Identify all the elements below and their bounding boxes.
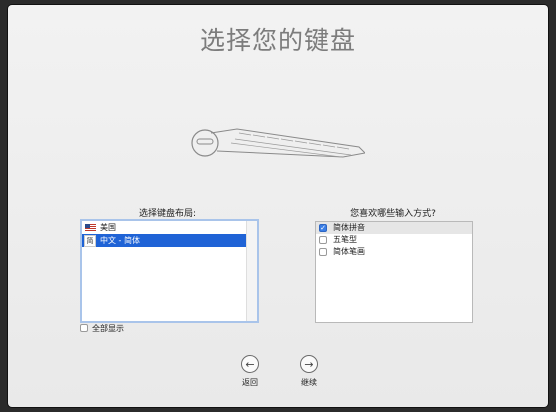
back-button[interactable]: ← xyxy=(241,355,259,373)
forward-arrow-icon: → xyxy=(304,357,314,371)
show-all-option[interactable]: 全部显示 xyxy=(80,323,124,334)
input-method-item-wubi[interactable]: 五笔型 xyxy=(316,234,472,246)
layout-list: 美国 简 中文 - 简体 xyxy=(82,221,246,321)
stroke-checkbox[interactable] xyxy=(319,248,327,256)
show-all-label: 全部显示 xyxy=(92,324,124,333)
continue-label: 继续 xyxy=(301,378,317,387)
us-flag-icon xyxy=(85,224,96,231)
input-method-label: 简体笔画 xyxy=(333,247,365,256)
chinese-input-icon: 简 xyxy=(84,235,96,247)
input-method-item-stroke[interactable]: 简体笔画 xyxy=(316,246,472,258)
back-label: 返回 xyxy=(242,378,258,387)
keyboard-illustration-icon xyxy=(191,128,365,158)
input-method-item-pinyin[interactable]: ✓ 简体拼音 xyxy=(316,222,472,234)
layout-item-label: 中文 - 简体 xyxy=(100,236,140,245)
pinyin-checkbox[interactable]: ✓ xyxy=(319,224,327,232)
wubi-checkbox[interactable] xyxy=(319,236,327,244)
input-method-label: 五笔型 xyxy=(333,235,357,244)
page-title: 选择您的键盘 xyxy=(199,26,356,55)
continue-button[interactable]: → xyxy=(300,355,318,373)
input-method-list: ✓ 简体拼音 五笔型 简体笔画 xyxy=(315,221,473,323)
layout-item-label: 美国 xyxy=(100,223,116,232)
layout-item-chinese-simplified[interactable]: 简 中文 - 简体 xyxy=(82,234,246,247)
back-arrow-icon: ← xyxy=(245,357,255,371)
layout-section-label: 选择键盘布局: xyxy=(138,209,197,219)
layout-item-us[interactable]: 美国 xyxy=(82,221,246,234)
input-method-label: 简体拼音 xyxy=(333,223,365,232)
layout-list-scrollbar[interactable] xyxy=(246,221,257,321)
setup-window: 选择您的键盘 选择键盘布局: 美国 简 中文 - 简体 您喜欢哪些输入方式? ✓ xyxy=(8,5,548,407)
input-method-section-label: 您喜欢哪些输入方式? xyxy=(350,209,436,219)
layout-listbox[interactable]: 美国 简 中文 - 简体 xyxy=(80,219,259,323)
show-all-checkbox[interactable] xyxy=(80,324,88,332)
